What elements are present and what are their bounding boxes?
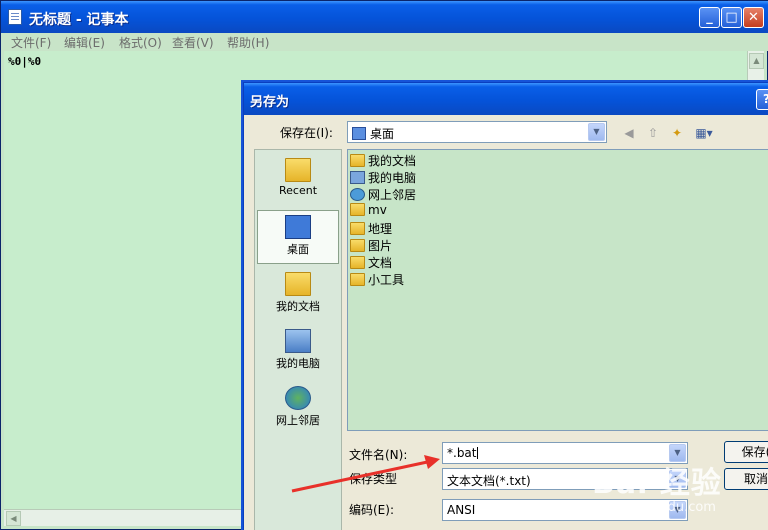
watermark-logo: Bai 经验	[592, 466, 722, 501]
baidu-watermark: Bai 经验 jingyan.baidu.com	[590, 452, 768, 530]
watermark-url: jingyan.baidu.com	[596, 500, 716, 515]
annotation-arrow-icon	[291, 455, 440, 493]
